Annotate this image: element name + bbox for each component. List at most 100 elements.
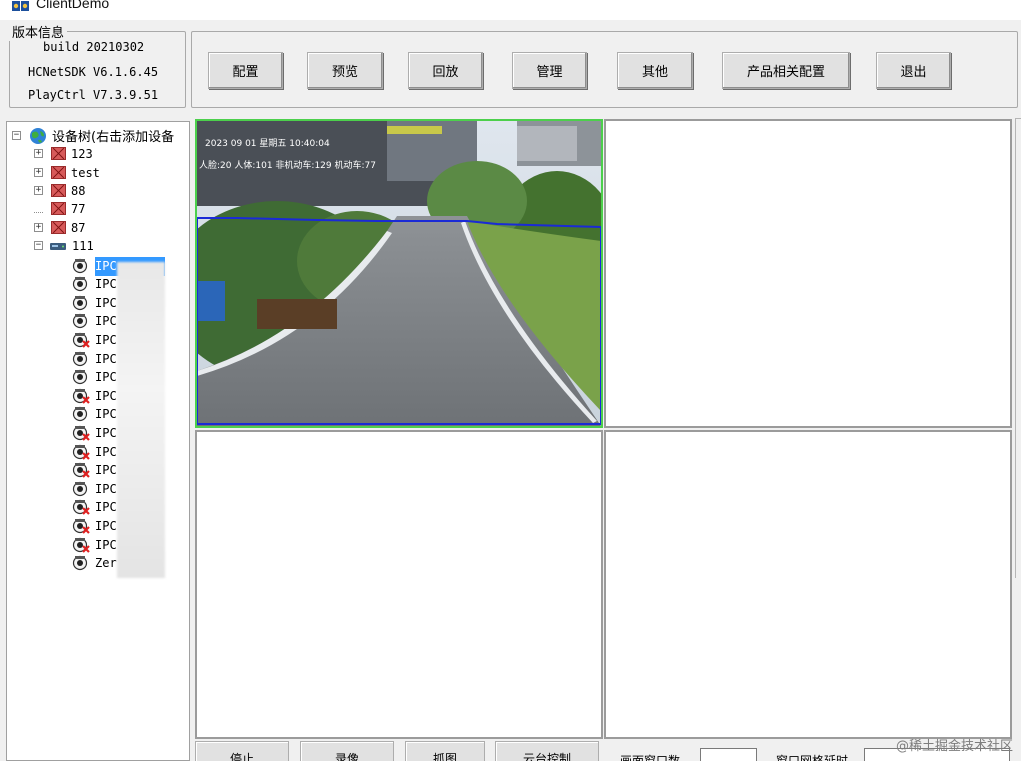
tree-channel-row[interactable]: IPC bbox=[72, 517, 117, 534]
tree-device-row[interactable]: + 123 bbox=[34, 145, 93, 162]
collapse-icon[interactable]: − bbox=[12, 131, 21, 140]
device-offline-icon bbox=[51, 221, 66, 234]
tree-channel-label: IPC bbox=[95, 277, 117, 292]
tree-channel-row[interactable]: IPC bbox=[72, 350, 117, 367]
video-window-2[interactable] bbox=[604, 119, 1012, 428]
expand-icon[interactable]: + bbox=[34, 186, 43, 195]
tree-channel-row[interactable]: IPC bbox=[72, 499, 117, 516]
stop-button[interactable]: 停止 bbox=[195, 741, 289, 761]
video-counts-overlay: 人脸:20 人体:101 非机动车:129 机动车:77 bbox=[199, 159, 376, 171]
window-title: ClientDemo bbox=[36, 0, 110, 11]
tree-root-label: 设备树(右击添加设备 bbox=[52, 130, 175, 145]
camera-error-icon bbox=[72, 444, 90, 460]
panel-edge bbox=[1015, 118, 1021, 578]
window-count-select[interactable] bbox=[700, 748, 757, 761]
tree-channel-row[interactable]: Zer bbox=[72, 555, 117, 572]
tree-device-label: 87 bbox=[71, 220, 86, 235]
tree-device-label: 88 bbox=[71, 183, 86, 198]
device-offline-icon bbox=[51, 147, 66, 160]
preview-button[interactable]: 预览 bbox=[307, 52, 383, 89]
mosaic-mask bbox=[117, 262, 165, 578]
tree-channel-label: IPC bbox=[95, 332, 117, 347]
app-icon bbox=[12, 1, 29, 11]
video-window-3[interactable] bbox=[195, 430, 603, 739]
dvr-icon bbox=[50, 242, 66, 250]
tree-channel-label: IPC bbox=[95, 500, 117, 515]
camera-error-icon bbox=[72, 388, 90, 404]
build-text: build 20210302 bbox=[43, 40, 145, 54]
video-datetime-overlay: 2023 09 01 星期五 10:40:04 bbox=[205, 138, 330, 149]
tree-device-label: 77 bbox=[71, 201, 86, 216]
window-count-label: 画面窗口数 bbox=[620, 754, 681, 761]
tree-device-row[interactable]: − 111 bbox=[34, 237, 94, 254]
tree-device-label: 123 bbox=[71, 146, 93, 161]
tree-channel-row[interactable]: IPC bbox=[72, 480, 117, 497]
camera-error-icon bbox=[72, 537, 90, 553]
tree-channel-label: IPC bbox=[95, 370, 117, 385]
tree-device-label: test bbox=[71, 165, 100, 180]
tree-channel-label: IPC bbox=[95, 351, 117, 366]
tree-channel-label: IPC bbox=[95, 518, 117, 533]
other-button[interactable]: 其他 bbox=[617, 52, 693, 89]
expand-icon[interactable]: + bbox=[34, 149, 43, 158]
video-window-4[interactable] bbox=[604, 430, 1012, 739]
tree-channel-row[interactable]: IPC bbox=[72, 462, 117, 479]
exit-button[interactable]: 退出 bbox=[876, 52, 951, 89]
tree-channel-row[interactable]: IPC bbox=[72, 276, 117, 293]
camera-error-icon bbox=[72, 500, 90, 516]
tree-device-row[interactable]: 77 bbox=[34, 200, 85, 217]
camera-icon bbox=[72, 369, 88, 385]
tree-channel-row[interactable]: IPC bbox=[72, 443, 117, 460]
device-offline-icon bbox=[51, 166, 66, 179]
expand-icon[interactable]: + bbox=[34, 168, 43, 177]
tree-channel-row[interactable]: IPC bbox=[72, 387, 117, 404]
tree-channel-row[interactable]: IPC bbox=[72, 406, 117, 423]
tree-root[interactable]: − 设备树(右击添加设备 bbox=[12, 127, 175, 145]
expand-icon[interactable]: + bbox=[34, 223, 43, 232]
tree-channel-row[interactable]: IPC bbox=[72, 536, 117, 553]
camera-icon bbox=[72, 481, 88, 496]
playctrl-version-text: PlayCtrl V7.3.9.51 bbox=[28, 88, 159, 102]
tree-channel-label: IPC bbox=[95, 407, 117, 422]
tree-channel-label: Zer bbox=[95, 556, 117, 571]
version-info-legend: 版本信息 bbox=[9, 22, 68, 41]
ptz-control-button[interactable]: 云台控制 bbox=[495, 741, 599, 761]
tree-channel-row[interactable]: IPC bbox=[72, 424, 117, 441]
tree-channel-label: IPC bbox=[95, 425, 117, 440]
window-titlebar: ClientDemo bbox=[0, 0, 1021, 20]
manage-button[interactable]: 管理 bbox=[512, 52, 587, 89]
tree-connector bbox=[34, 204, 43, 213]
tree-channel-row[interactable]: IPC bbox=[72, 331, 117, 348]
device-offline-icon bbox=[51, 184, 66, 197]
tree-device-row[interactable]: + test bbox=[34, 164, 100, 181]
camera-error-icon bbox=[72, 518, 90, 534]
record-button[interactable]: 录像 bbox=[300, 741, 394, 761]
tree-channel-label: IPC bbox=[95, 314, 117, 329]
product-config-button[interactable]: 产品相关配置 bbox=[722, 52, 850, 89]
window-flag-label: 窗口网格延时 bbox=[776, 754, 849, 761]
camera-error-icon bbox=[72, 462, 90, 478]
video-window-1[interactable]: 2023 09 01 星期五 10:40:04 人脸:20 人体:101 非机动… bbox=[195, 119, 603, 428]
tree-device-row[interactable]: + 88 bbox=[34, 182, 85, 199]
tree-channel-row[interactable]: IPC bbox=[72, 294, 117, 311]
footer-watermark: @稀土掘金技术社区 bbox=[895, 739, 1013, 754]
camera-icon bbox=[72, 351, 88, 366]
camera-icon bbox=[72, 295, 88, 310]
camera-icon bbox=[72, 407, 88, 422]
tree-device-row[interactable]: + 87 bbox=[34, 219, 85, 236]
tree-channel-row[interactable]: IPC bbox=[72, 369, 117, 386]
sdk-version-text: HCNetSDK V6.1.6.45 bbox=[28, 65, 159, 79]
tree-channel-label: IPC bbox=[95, 295, 117, 310]
tree-channel-row[interactable]: IPC bbox=[72, 257, 117, 274]
tree-device-label: 111 bbox=[72, 238, 94, 253]
camera-icon bbox=[72, 276, 88, 292]
camera-icon bbox=[72, 555, 88, 571]
playback-button[interactable]: 回放 bbox=[408, 52, 483, 89]
tree-channel-row[interactable]: IPC bbox=[72, 313, 117, 330]
collapse-icon[interactable]: − bbox=[34, 241, 43, 250]
tree-channel-label: IPC bbox=[95, 481, 117, 496]
camera-icon bbox=[72, 258, 88, 273]
camera-error-icon bbox=[72, 332, 90, 348]
config-button[interactable]: 配置 bbox=[208, 52, 283, 89]
capture-button[interactable]: 抓图 bbox=[405, 741, 485, 761]
